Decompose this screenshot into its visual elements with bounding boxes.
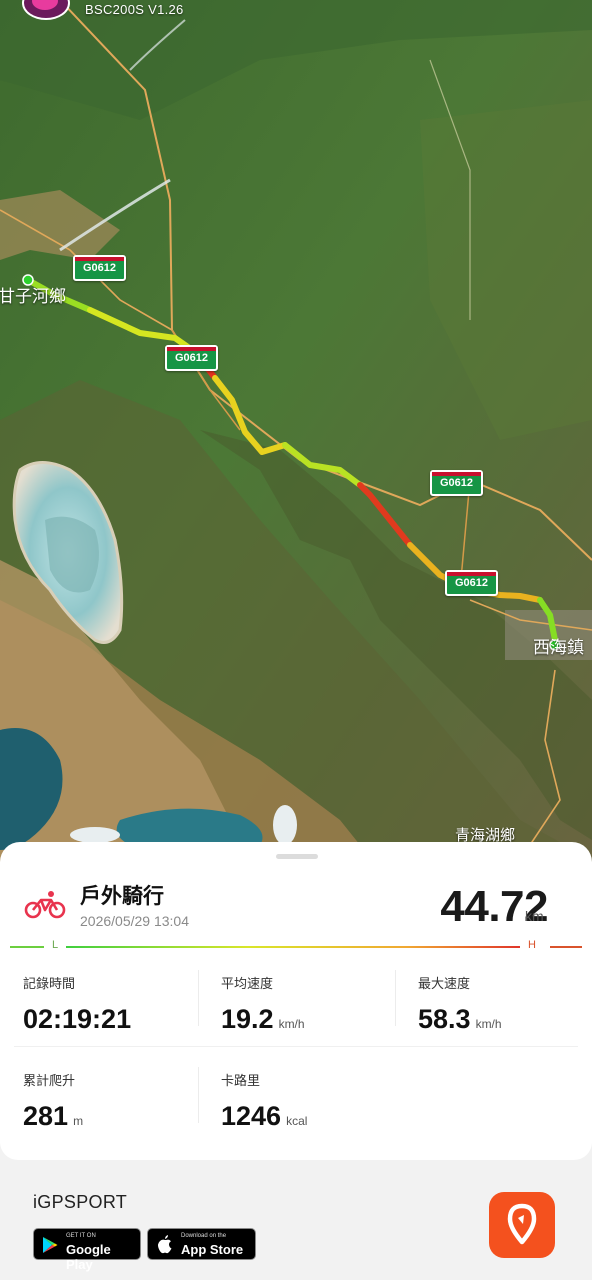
stat-value: 02:19:21 xyxy=(23,1004,132,1034)
place-label: 甘子河鄉 xyxy=(0,287,66,306)
road-shield: G0612 xyxy=(73,255,127,281)
stat-value: 1246 xyxy=(221,1101,282,1131)
stat-avg-speed: 平均速度 19.2 km/h xyxy=(221,973,305,1035)
stat-label: 平均速度 xyxy=(221,976,274,991)
road-shield: G0612 xyxy=(430,470,484,496)
divider xyxy=(395,970,396,1026)
activity-summary-card: 戶外騎行 2026/05/29 13:04 44.72 km L H 記錄時間 … xyxy=(0,842,592,1160)
apple-icon xyxy=(158,1235,172,1254)
stat-value: 58.3 xyxy=(418,1004,471,1034)
google-play-button[interactable]: GET IT ON Google Play xyxy=(33,1228,141,1272)
store-badge-label: App Store xyxy=(181,1242,244,1257)
device-label: BSC200S V1.26 xyxy=(85,2,184,17)
brand-name: iGPSPORT xyxy=(33,1192,128,1212)
store-badge-label: Google Play xyxy=(66,1242,111,1272)
distance-unit: km xyxy=(525,908,544,924)
stat-duration: 記錄時間 02:19:21 xyxy=(23,973,131,1035)
store-badge-caption: Download on the xyxy=(181,1233,227,1239)
road-shield: G0612 xyxy=(445,570,499,596)
stat-label: 記錄時間 xyxy=(23,976,76,991)
stat-value: 281 xyxy=(23,1101,69,1131)
stat-calories: 卡路里 1246 kcal xyxy=(221,1070,307,1132)
stat-elevation-gain: 累計爬升 281 m xyxy=(23,1070,83,1132)
location-pin-icon xyxy=(507,1203,537,1245)
divider xyxy=(198,970,199,1026)
google-play-icon xyxy=(43,1237,58,1253)
scale-high-label: H xyxy=(528,939,536,951)
total-distance: 44.72 xyxy=(440,882,548,931)
satellite-map xyxy=(0,0,592,870)
store-badge-caption: GET IT ON xyxy=(66,1233,96,1239)
drag-handle[interactable] xyxy=(276,854,318,859)
stat-max-speed: 最大速度 58.3 km/h xyxy=(418,973,502,1035)
igpsport-app-icon[interactable] xyxy=(489,1192,555,1258)
stat-value: 19.2 xyxy=(221,1004,274,1034)
route-map[interactable]: BSC200S V1.26 甘子河鄉 西海鎮 青海湖鄉 G0612 G0612 … xyxy=(0,0,592,870)
stat-unit: km/h xyxy=(278,1017,305,1031)
scale-low-label: L xyxy=(52,939,59,951)
stat-unit: km/h xyxy=(475,1017,502,1031)
stat-unit: kcal xyxy=(286,1114,308,1128)
speed-scale-bar xyxy=(10,946,582,948)
stat-label: 累計爬升 xyxy=(23,1073,76,1088)
app-store-button[interactable]: Download on the App Store xyxy=(147,1228,256,1260)
bike-icon xyxy=(24,891,66,919)
divider xyxy=(198,1067,199,1123)
activity-title: 戶外騎行 xyxy=(80,885,164,908)
road-shield: G0612 xyxy=(165,345,219,371)
place-label: 西海鎮 xyxy=(533,638,584,657)
stat-label: 卡路里 xyxy=(221,1073,261,1088)
stat-label: 最大速度 xyxy=(418,976,471,991)
activity-datetime: 2026/05/29 13:04 xyxy=(80,913,189,929)
stat-unit: m xyxy=(73,1114,84,1128)
divider xyxy=(14,1046,578,1047)
